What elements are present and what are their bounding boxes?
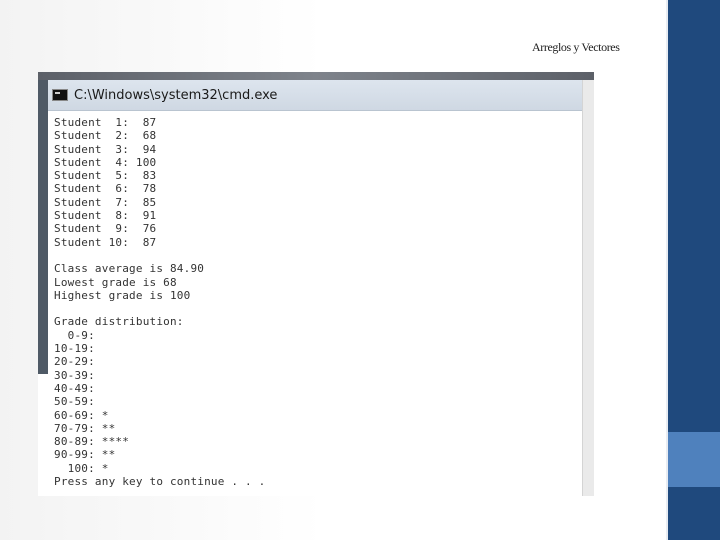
console-line: Student 8: 91 — [54, 209, 157, 223]
console-line: Press any key to continue . . . — [54, 475, 266, 489]
console-line: Student 9: 76 — [54, 222, 157, 236]
cmd-window: C:\Windows\system32\cmd.exe Student 1: 8… — [38, 72, 594, 496]
side-accent-block — [668, 432, 720, 487]
console-line: Student 2: 68 — [54, 129, 157, 143]
console-icon — [52, 89, 68, 101]
console-line: 40-49: — [54, 381, 95, 395]
side-bar — [666, 0, 720, 540]
console-line: 0-9: — [54, 328, 95, 342]
console-line: Class average is 84.90 — [54, 262, 205, 276]
console-output: Student 1: 87 Student 2: 68 Student 3: 94 S… — [54, 116, 574, 488]
console-line: 90-99: ** — [54, 448, 116, 462]
console-line: 60-69: * — [54, 408, 109, 422]
slide-title: Arreglos y Vectores — [532, 40, 620, 54]
console-line: 30-39: — [54, 368, 95, 382]
console-line: 20-29: — [54, 355, 95, 369]
console-line: 50-59: — [54, 395, 95, 409]
console-line: Grade distribution: — [54, 315, 184, 329]
console-line: Student 4: 100 — [54, 155, 157, 169]
window-left-border — [38, 80, 48, 374]
console-line: Student 3: 94 — [54, 142, 157, 156]
console-line: Student 1: 87 — [54, 116, 157, 129]
console-line: 70-79: ** — [54, 421, 116, 435]
console-line: Student 10: 87 — [54, 235, 157, 249]
console-line: 80-89: **** — [54, 435, 130, 449]
console-line: Lowest grade is 68 — [54, 275, 177, 289]
console-line: Student 5: 83 — [54, 169, 157, 183]
console-line: Student 7: 85 — [54, 195, 157, 209]
console-line: 100: * — [54, 461, 109, 475]
scrollbar[interactable] — [582, 80, 594, 496]
console-line: 10-19: — [54, 342, 95, 356]
console-line: Highest grade is 100 — [54, 288, 191, 302]
window-title: C:\Windows\system32\cmd.exe — [74, 87, 278, 103]
console-line: Student 6: 78 — [54, 182, 157, 196]
window-titlebar[interactable]: C:\Windows\system32\cmd.exe — [48, 80, 582, 111]
window-top-strip — [38, 72, 594, 80]
